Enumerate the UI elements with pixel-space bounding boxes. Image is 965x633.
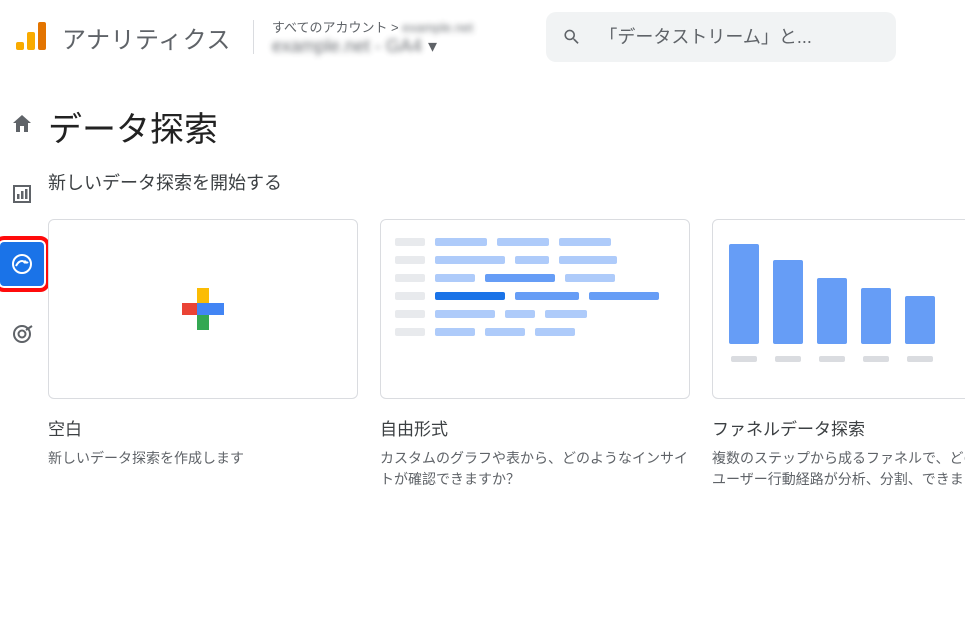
account-breadcrumb-prefix: すべてのアカウント > [272,20,402,35]
home-icon [10,112,34,136]
chevron-down-icon: ▾ [428,36,437,57]
advertising-icon [10,322,34,346]
template-title: 空白 [48,415,358,440]
account-breadcrumb-current: example.net [402,20,473,35]
template-card-funnel[interactable]: ファネルデータ探索 複数のステップから成るファネルで、どのようなユーザー行動経路… [712,219,965,490]
template-card-blank[interactable]: 空白 新しいデータ探索を作成します [48,219,358,490]
template-thumb-freeform [380,219,690,399]
template-thumb-blank [48,219,358,399]
account-picker[interactable]: すべてのアカウント > example.net example.net - GA… [266,13,536,61]
page-title: データ探索 [48,102,965,151]
nav-reports[interactable] [0,172,44,216]
property-name: example.net - GA4 [272,36,422,57]
template-card-freeform[interactable]: 自由形式 カスタムのグラフや表から、どのようなインサイトが確認できますか？ [380,219,690,490]
product-title: アナリティクス [62,20,231,55]
search-input[interactable] [597,26,879,49]
plus-icon [182,288,224,330]
divider [253,20,254,54]
explore-icon [10,252,34,276]
template-desc: 新しいデータ探索を作成します [48,448,358,469]
template-title: 自由形式 [380,415,690,440]
search-icon [562,26,582,48]
analytics-logo-icon [16,21,48,53]
reports-icon [10,182,34,206]
search-box[interactable] [546,12,896,62]
template-thumb-funnel [712,219,965,399]
nav-home[interactable] [0,102,44,146]
nav-explore[interactable] [0,242,44,286]
template-desc: カスタムのグラフや表から、どのようなインサイトが確認できますか？ [380,448,690,490]
nav-advertising[interactable] [0,312,44,356]
section-title: 新しいデータ探索を開始する [48,169,965,195]
template-title: ファネルデータ探索 [712,415,965,440]
template-desc: 複数のステップから成るファネルで、どのようなユーザー行動経路が分析、分割、できま… [712,448,965,490]
